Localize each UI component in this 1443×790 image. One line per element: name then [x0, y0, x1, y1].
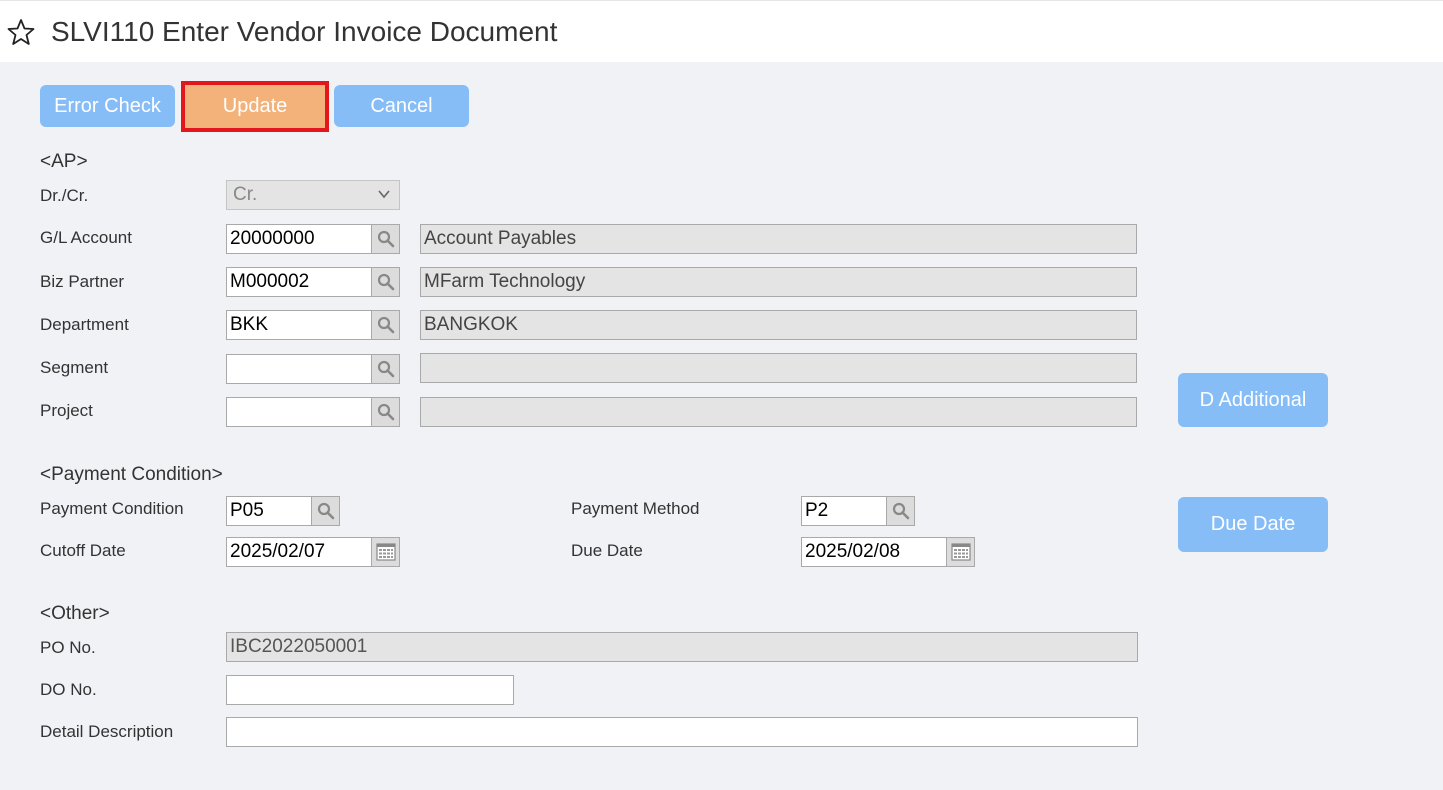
ap-section-heading: <AP> [40, 151, 88, 172]
due-date-calendar-button[interactable] [946, 537, 975, 567]
detail-description-label: Detail Description [40, 722, 174, 741]
search-icon [377, 360, 394, 378]
project-name [420, 397, 1137, 427]
cutoff-date-calendar-button[interactable] [371, 537, 400, 567]
gl-account-name: Account Payables [420, 224, 1137, 254]
project-input[interactable] [226, 397, 372, 427]
update-button[interactable]: Update [181, 81, 329, 132]
payment-method-search-button[interactable] [886, 496, 915, 526]
payment-condition-input[interactable]: P05 [226, 496, 312, 526]
page-title: SLVI110 Enter Vendor Invoice Document [51, 16, 558, 47]
department-input[interactable]: BKK [226, 310, 372, 340]
segment-input[interactable] [226, 354, 372, 384]
do-no-input[interactable] [226, 675, 514, 705]
segment-name [420, 353, 1137, 383]
search-icon [892, 502, 909, 520]
payment-condition-search-button[interactable] [311, 496, 340, 526]
cutoff-date-input[interactable]: 2025/02/07 [226, 537, 372, 567]
due-date-button[interactable]: Due Date [1178, 497, 1328, 552]
gl-account-search-button[interactable] [371, 224, 400, 254]
drcr-value: Cr. [233, 184, 258, 205]
chevron-down-icon [378, 190, 390, 199]
d-additional-button[interactable]: D Additional [1178, 373, 1328, 427]
search-icon [377, 273, 394, 291]
po-no-field: IBC2022050001 [226, 632, 1138, 662]
drcr-label: Dr./Cr. [40, 186, 89, 205]
due-date-label: Due Date [571, 541, 643, 560]
payment-section-heading: <Payment Condition> [40, 464, 223, 485]
do-no-label: DO No. [40, 680, 97, 699]
title-bar: SLVI110 Enter Vendor Invoice Document [0, 0, 1443, 62]
gl-account-label: G/L Account [40, 228, 132, 247]
detail-description-input[interactable] [226, 717, 1138, 747]
due-date-input[interactable]: 2025/02/08 [801, 537, 947, 567]
biz-partner-search-button[interactable] [371, 267, 400, 297]
search-icon [317, 502, 334, 520]
calendar-icon [950, 543, 971, 561]
biz-partner-label: Biz Partner [40, 272, 125, 291]
department-search-button[interactable] [371, 310, 400, 340]
segment-label: Segment [40, 358, 109, 377]
po-no-label: PO No. [40, 638, 96, 657]
search-icon [377, 403, 394, 421]
payment-method-input[interactable]: P2 [801, 496, 887, 526]
cancel-button[interactable]: Cancel [334, 85, 469, 127]
star-icon[interactable] [6, 17, 36, 47]
error-check-button[interactable]: Error Check [40, 85, 175, 127]
other-section-heading: <Other> [40, 603, 110, 624]
department-name: BANGKOK [420, 310, 1137, 340]
cutoff-date-label: Cutoff Date [40, 541, 126, 560]
department-label: Department [40, 315, 129, 334]
gl-account-input[interactable]: 20000000 [226, 224, 372, 254]
biz-partner-input[interactable]: M000002 [226, 267, 372, 297]
segment-search-button[interactable] [371, 354, 400, 384]
drcr-select[interactable]: Cr. [226, 180, 400, 210]
biz-partner-name: MFarm Technology [420, 267, 1137, 297]
calendar-icon [375, 543, 396, 561]
payment-method-label: Payment Method [571, 499, 700, 518]
search-icon [377, 230, 394, 248]
project-label: Project [40, 401, 93, 420]
project-search-button[interactable] [371, 397, 400, 427]
search-icon [377, 316, 394, 334]
payment-condition-label: Payment Condition [40, 499, 184, 518]
